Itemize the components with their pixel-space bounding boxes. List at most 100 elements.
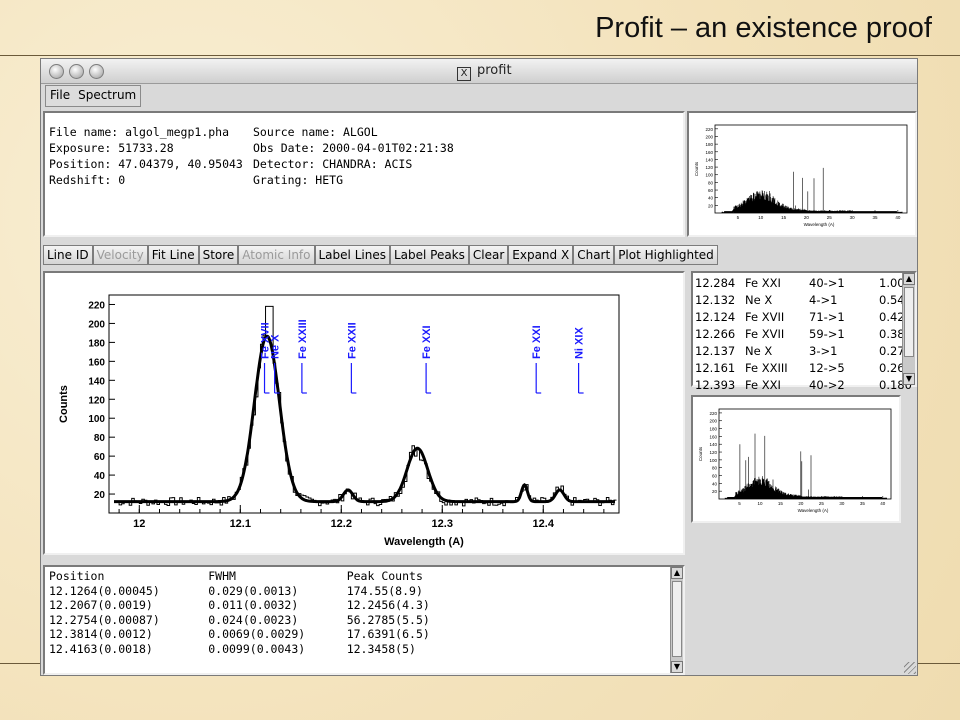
fit-results-panel: Position FWHM Peak Counts 12.1264(0.00045… [43, 565, 685, 675]
fit-results-row[interactable]: 12.3814(0.0012) 0.0069(0.0029) 17.6391(6… [49, 627, 430, 642]
x-axis-label: Wavelength (A) [798, 508, 829, 513]
minimize-window-button[interactable] [69, 64, 84, 79]
main-spectrum-chart[interactable]: 20 40 60 80 100 120 140 160 180 200 220 12 12.1 12.2 1… [45, 273, 683, 553]
atomic-info-button[interactable]: Atomic Info [238, 245, 315, 265]
clear-button[interactable]: Clear [468, 245, 509, 265]
x-tick-label: 12.2 [331, 518, 352, 530]
y-tick-label: 80 [712, 466, 718, 471]
y-tick-label: 100 [709, 458, 717, 463]
x11-icon: X [457, 67, 471, 81]
x-tick-label: 25 [819, 501, 825, 506]
x-axis-label: Wavelength (A) [804, 222, 835, 227]
slide-title: Profit – an existence proof [595, 12, 932, 44]
fit-results-row[interactable]: 12.1264(0.00045) 0.029(0.0013) 174.55(8.… [49, 584, 430, 599]
fit-line-button[interactable]: Fit Line [147, 245, 199, 265]
line-id-label: Fe XXII [346, 322, 358, 359]
line-list-row[interactable]: 12.137 Ne X 3->1 0.272 [695, 343, 912, 360]
overview-chart-bottom[interactable]: 20 40 60 80 100 120 140 160 180 200 220 5 10 15 20 25 30… [693, 397, 899, 521]
fit-results-row[interactable]: 12.2754(0.00087) 0.024(0.0023) 56.2785(5… [49, 613, 430, 628]
x-tick-label: 15 [778, 501, 784, 506]
line-list-row[interactable]: 12.284 Fe XXI 40->1 1.00 [695, 275, 912, 292]
line-wavelength: 12.132 [695, 293, 736, 307]
plot-highlighted-button[interactable]: Plot Highlighted [614, 245, 718, 265]
overview-chart-top[interactable]: 20 40 60 80 100 120 140 160 180 200 220 5 10 15 20 25 30… [689, 113, 915, 235]
y-axis-label: Counts [58, 385, 70, 423]
line-id-label: Ne X [270, 334, 282, 359]
expand-x-button[interactable]: Expand X [508, 245, 574, 265]
info-field: Detector: CHANDRA: ACIS [253, 157, 413, 171]
line-id-label: Ni XIX [574, 327, 586, 359]
scroll-up-button[interactable]: ▲ [671, 567, 683, 579]
line-transition: 40->1 [809, 276, 845, 290]
line-id-label: Fe XXIII [297, 319, 309, 359]
toolbar: Line ID Velocity Fit Line Store Atomic Info L… [43, 245, 718, 265]
x-tick-label: 30 [850, 215, 856, 220]
menu-spectrum[interactable]: Spectrum [74, 86, 140, 106]
line-wavelength: 12.124 [695, 310, 736, 324]
label-lines-button[interactable]: Label Lines [314, 245, 390, 265]
y-tick-label: 100 [88, 414, 105, 425]
x-tick-label: 12.4 [533, 518, 555, 530]
y-tick-label: 40 [712, 481, 718, 486]
scroll-thumb[interactable] [672, 581, 682, 657]
line-wavelength: 12.266 [695, 327, 736, 341]
menu-file[interactable]: File [46, 86, 74, 106]
line-list-row[interactable]: 12.266 Fe XVII 59->1 0.388 [695, 326, 912, 343]
scroll-down-button[interactable]: ▼ [671, 661, 683, 673]
zoom-window-button[interactable] [89, 64, 104, 79]
line-list-scrollbar[interactable]: ▲ ▼ [902, 273, 915, 385]
y-tick-label: 80 [94, 433, 106, 444]
chart-button[interactable]: Chart [573, 245, 615, 265]
line-ion: Fe XXI [745, 378, 781, 392]
scroll-thumb[interactable] [904, 287, 914, 357]
y-tick-label: 60 [94, 452, 106, 463]
fit-results-row[interactable]: 12.4163(0.0018) 0.0099(0.0043) 12.3458(5… [49, 642, 430, 657]
line-list-panel: 12.284 Fe XXI 40->1 1.00 12.132 Ne X 4->1 0.544… [691, 271, 917, 392]
line-ion: Fe XXIII [745, 361, 788, 375]
y-tick-label: 80 [708, 180, 714, 185]
line-transition: 4->1 [809, 293, 838, 307]
line-transition: 3->1 [809, 344, 838, 358]
resize-grip-icon[interactable] [904, 662, 916, 674]
line-ion: Ne X [745, 344, 773, 358]
line-ion: Fe XVII [745, 327, 785, 341]
line-ion: Fe XXI [745, 276, 781, 290]
y-tick-label: 200 [705, 134, 713, 139]
y-tick-label: 60 [708, 188, 714, 193]
overview-chart-top-panel: 20 40 60 80 100 120 140 160 180 200 220 5 10 15 20 25 30… [687, 111, 917, 237]
scroll-up-button[interactable]: ▲ [903, 273, 915, 285]
line-id-button[interactable]: Line ID [43, 245, 93, 265]
info-field: Redshift: 0 [49, 173, 126, 187]
y-tick-label: 20 [708, 203, 714, 208]
velocity-button[interactable]: Velocity [92, 245, 148, 265]
x-tick-label: 40 [880, 501, 886, 506]
close-window-button[interactable] [49, 64, 64, 79]
label-peaks-button[interactable]: Label Peaks [389, 245, 469, 265]
window-titlebar[interactable]: Xprofit [41, 59, 917, 84]
line-strength: 1.00 [879, 276, 905, 290]
info-field: Position: 47.04379, 40.95043 [49, 157, 243, 171]
y-tick-label: 200 [709, 419, 717, 424]
y-tick-label: 140 [709, 442, 717, 447]
line-id-label: Fe XXI [421, 325, 433, 359]
y-tick-label: 100 [705, 173, 713, 178]
line-list-row[interactable]: 12.124 Fe XVII 71->1 0.429 [695, 309, 912, 326]
scroll-down-button[interactable]: ▼ [903, 373, 915, 385]
line-list-row[interactable]: 12.132 Ne X 4->1 0.544 [695, 292, 912, 309]
fit-results-scrollbar[interactable]: ▲ ▼ [670, 567, 683, 673]
y-axis-label: Counts [698, 446, 703, 461]
x-tick-label: 12 [133, 518, 145, 530]
y-tick-label: 160 [88, 357, 105, 368]
x-tick-label: 12.3 [432, 518, 453, 530]
plot-frame [714, 124, 908, 214]
main-chart-panel: 20 40 60 80 100 120 140 160 180 200 220 12 12.1 12.2 1… [43, 271, 685, 555]
y-tick-label: 120 [709, 450, 717, 455]
store-button[interactable]: Store [198, 245, 239, 265]
y-tick-label: 180 [88, 338, 105, 349]
line-list-row[interactable]: 12.393 Fe XXI 40->2 0.180 [695, 377, 912, 394]
fit-results-row[interactable]: 12.2067(0.0019) 0.011(0.0032) 12.2456(4.… [49, 598, 430, 613]
x-tick-label: 20 [798, 501, 804, 506]
line-list-row[interactable]: 12.161 Fe XXIII 12->5 0.269 [695, 360, 912, 377]
line-wavelength: 12.284 [695, 276, 736, 290]
file-info-panel: File name: algol_megp1.pha Source name: A… [43, 111, 685, 237]
